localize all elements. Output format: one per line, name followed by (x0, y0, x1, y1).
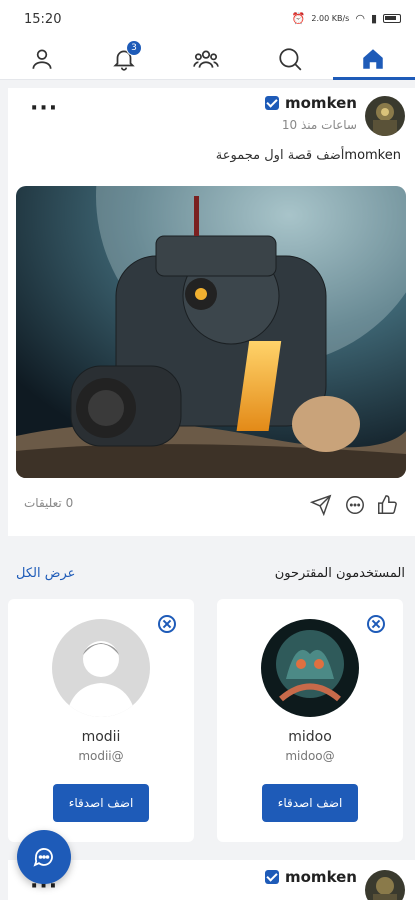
nav-home[interactable] (343, 38, 403, 80)
wifi-icon: ◠ (355, 12, 365, 25)
profile-icon (32, 49, 52, 69)
comment-icon[interactable] (344, 494, 366, 516)
alarm-icon: ⏰ (291, 12, 306, 25)
status-bar: 15:20 ⏰ 2.00 KB/s ◠ ▮ (0, 0, 415, 38)
suggested-user-avatar[interactable] (52, 619, 150, 717)
network-speed: 2.00 KB/s (311, 14, 350, 23)
nav-profile[interactable] (12, 38, 72, 80)
comments-count[interactable]: 0 تعليقات (24, 496, 73, 510)
post-image[interactable] (16, 186, 406, 478)
see-all-link[interactable]: عرض الكل (16, 566, 75, 581)
nav-groups[interactable] (176, 38, 236, 80)
top-navigation: 3 (0, 38, 415, 80)
nav-notifications[interactable]: 3 (94, 38, 154, 80)
suggested-users-title: المستخدمون المقترحون (274, 566, 405, 581)
post-author-row: momken (265, 94, 357, 112)
home-icon (363, 49, 383, 69)
dismiss-icon[interactable] (158, 615, 176, 633)
search-icon (279, 48, 302, 71)
dismiss-icon[interactable] (367, 615, 385, 633)
like-icon[interactable] (376, 494, 398, 516)
groups-icon (193, 50, 219, 68)
add-friend-button[interactable]: اضف اصدقاء (262, 784, 358, 822)
post-author-name[interactable]: momken (285, 868, 357, 886)
verified-icon (265, 870, 279, 884)
status-time: 15:20 (24, 12, 62, 27)
battery-icon (383, 14, 401, 23)
suggested-user-handle: midoo@ (285, 749, 335, 763)
suggested-user-avatar[interactable] (261, 619, 359, 717)
suggested-user-name[interactable]: midoo (217, 729, 403, 745)
post-text: momkenأضف قصة اول مجموعة (216, 148, 401, 163)
post-author-avatar[interactable] (365, 870, 405, 900)
verified-icon (265, 96, 279, 110)
post-author-avatar[interactable] (365, 96, 405, 136)
signal-icon: ▮ (370, 12, 377, 25)
add-friend-button[interactable]: اضف اصدقاء (53, 784, 149, 822)
post-author-row: momken (265, 868, 357, 886)
share-icon[interactable] (310, 494, 332, 516)
post-text-action: أضف قصة اول مجموعة (215, 148, 345, 163)
nav-search[interactable] (260, 38, 320, 80)
post-timestamp: 10 ساعات منذ (281, 118, 357, 132)
chat-fab[interactable] (17, 830, 71, 884)
more-options-icon[interactable]: ··· (30, 96, 58, 121)
chat-icon (33, 848, 53, 867)
suggested-user-card: modii modii@ اضف اصدقاء (8, 599, 194, 842)
post-text-user[interactable]: momken (344, 148, 401, 163)
post-author-name[interactable]: momken (285, 94, 357, 112)
notification-badge: 3 (126, 40, 142, 56)
status-icons: ⏰ 2.00 KB/s ◠ ▮ (292, 12, 401, 25)
post-card: momken 10 ساعات منذ ··· momkenأضف قصة او… (8, 88, 415, 536)
suggested-user-card: midoo midoo@ اضف اصدقاء (217, 599, 403, 842)
suggested-user-name[interactable]: modii (8, 729, 194, 745)
active-tab-indicator (333, 77, 415, 80)
suggested-user-handle: modii@ (78, 749, 124, 763)
